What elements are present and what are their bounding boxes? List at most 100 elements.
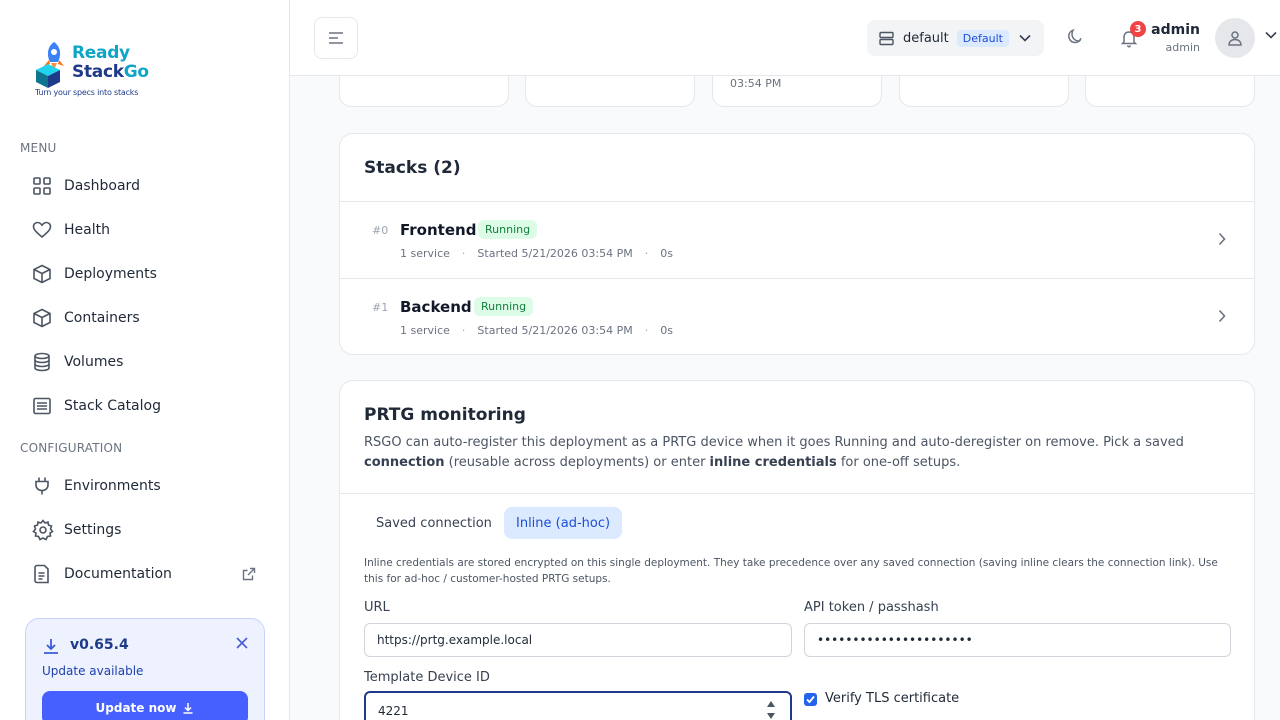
separator-dot: · [644,324,649,337]
grid-icon [24,176,64,196]
sidebar-item-documentation[interactable]: Documentation [24,556,264,592]
stack-row[interactable]: #0 Frontend Running 1 service · Started 5/… [340,202,1254,278]
sidebar-item-label: Containers [64,310,140,326]
notification-count-badge: 3 [1130,21,1146,37]
top-header: default Default 3 admin admin [290,0,1280,76]
plug-icon [24,476,64,496]
sidebar-item-settings[interactable]: Settings [24,512,264,548]
stacks-title: Stacks (2) [364,158,461,178]
document-icon [24,564,64,584]
prtg-card: PRTG monitoring RSGO can auto-register t… [339,380,1255,720]
api-token-input[interactable] [804,623,1231,657]
sidebar-item-dashboard[interactable]: Dashboard [24,168,264,204]
sidebar-item-label: Health [64,222,110,238]
server-icon [879,31,894,46]
chevron-right-icon [1218,309,1226,323]
rocket-cube-icon [36,42,64,88]
separator-dot: · [461,247,466,260]
download-icon [182,702,194,714]
url-input[interactable] [364,623,792,657]
box-icon [24,264,64,284]
template-device-id-input[interactable] [364,691,792,720]
stack-index: #1 [372,301,389,314]
moon-icon[interactable] [1067,28,1085,46]
stack-row[interactable]: #1 Backend Running 1 service · Started 5/2… [340,279,1254,355]
stack-index: #0 [372,224,389,237]
chevron-down-icon[interactable] [1265,31,1277,39]
environment-selector[interactable]: default Default [867,20,1044,56]
stack-services: 1 service [400,324,450,337]
download-icon [42,637,60,655]
gear-icon [24,519,64,541]
stack-name: Backend [400,298,472,316]
update-now-button[interactable]: Update now [42,691,248,720]
logo-tagline: Turn your specs into stacks [35,88,139,97]
prtg-description: RSGO can auto-register this deployment a… [364,435,1184,470]
tab-inline-adhoc[interactable]: Inline (ad-hoc) [504,507,623,539]
sidebar-item-label: Stack Catalog [64,398,161,414]
chevron-right-icon [1218,232,1226,246]
template-device-id-label: Template Device ID [364,670,490,685]
menu-icon [328,32,344,44]
sidebar-item-health[interactable]: Health [24,212,264,248]
stack-duration: 0s [660,247,673,260]
chevron-down-icon [1019,34,1031,42]
checkmark-icon [806,695,815,704]
status-badge: Running [474,297,534,316]
update-subtitle: Update available [42,664,144,678]
separator-dot: · [644,247,649,260]
sidebar-item-label: Dashboard [64,178,140,194]
sidebar-item-label: Documentation [64,566,172,582]
verify-tls-checkbox[interactable] [804,693,817,706]
stack-name: Frontend [400,221,477,239]
stacks-card: Stacks (2) #0 Frontend Running 1 service… [339,133,1255,355]
database-icon [24,352,64,372]
sidebar-item-label: Environments [64,478,161,494]
divider [340,493,1254,494]
sidebar-item-label: Volumes [64,354,124,370]
url-label: URL [364,600,390,615]
avatar[interactable] [1215,18,1255,58]
stat-card-time: 03:54 PM [730,77,782,90]
user-name: admin [1151,22,1200,38]
stack-services: 1 service [400,247,450,260]
status-badge: Running [478,220,538,239]
sidebar-toggle-button[interactable] [314,17,358,59]
heart-icon [24,220,64,240]
api-token-label: API token / passhash [804,600,939,615]
update-now-label: Update now [95,701,177,715]
stack-started: Started 5/21/2026 03:54 PM [477,324,633,337]
inline-credentials-note: Inline credentials are stored encrypted … [364,557,1218,585]
verify-tls-label: Verify TLS certificate [825,691,960,706]
user-role: admin [1165,41,1200,54]
sidebar-item-environments[interactable]: Environments [24,468,264,504]
sidebar: Ready StackGo Turn your specs into stacks… [0,0,290,720]
sidebar-item-volumes[interactable]: Volumes [24,344,264,380]
box-icon [24,308,64,328]
sidebar-item-deployments[interactable]: Deployments [24,256,264,292]
tab-saved-connection[interactable]: Saved connection [364,507,504,539]
user-icon [1227,30,1243,46]
sidebar-item-label: Deployments [64,266,157,282]
list-icon [24,396,64,416]
logo[interactable]: Ready StackGo Turn your specs into stacks [34,40,154,102]
update-version: v0.65.4 [70,637,129,653]
stack-meta: 1 service · Started 5/21/2026 03:54 PM · 0s [400,324,673,337]
update-card: v0.65.4 Update available Update now [25,618,265,720]
environment-name: default [903,30,949,46]
logo-wordmark: Ready StackGo [72,43,149,82]
environment-default-badge: Default [956,29,1009,47]
sidebar-item-containers[interactable]: Containers [24,300,264,336]
external-link-icon [242,567,256,581]
stack-meta: 1 service · Started 5/21/2026 03:54 PM · 0s [400,247,673,260]
close-icon[interactable] [236,637,248,649]
configuration-section-label: CONFIGURATION [20,441,123,455]
sidebar-item-label: Settings [64,522,122,538]
stack-duration: 0s [660,324,673,337]
separator-dot: · [461,324,466,337]
stack-started: Started 5/21/2026 03:54 PM [477,247,633,260]
spinner-arrows-icon[interactable] [766,699,776,720]
sidebar-item-stack-catalog[interactable]: Stack Catalog [24,388,264,424]
prtg-title: PRTG monitoring [364,405,526,425]
menu-section-label: MENU [20,141,57,155]
